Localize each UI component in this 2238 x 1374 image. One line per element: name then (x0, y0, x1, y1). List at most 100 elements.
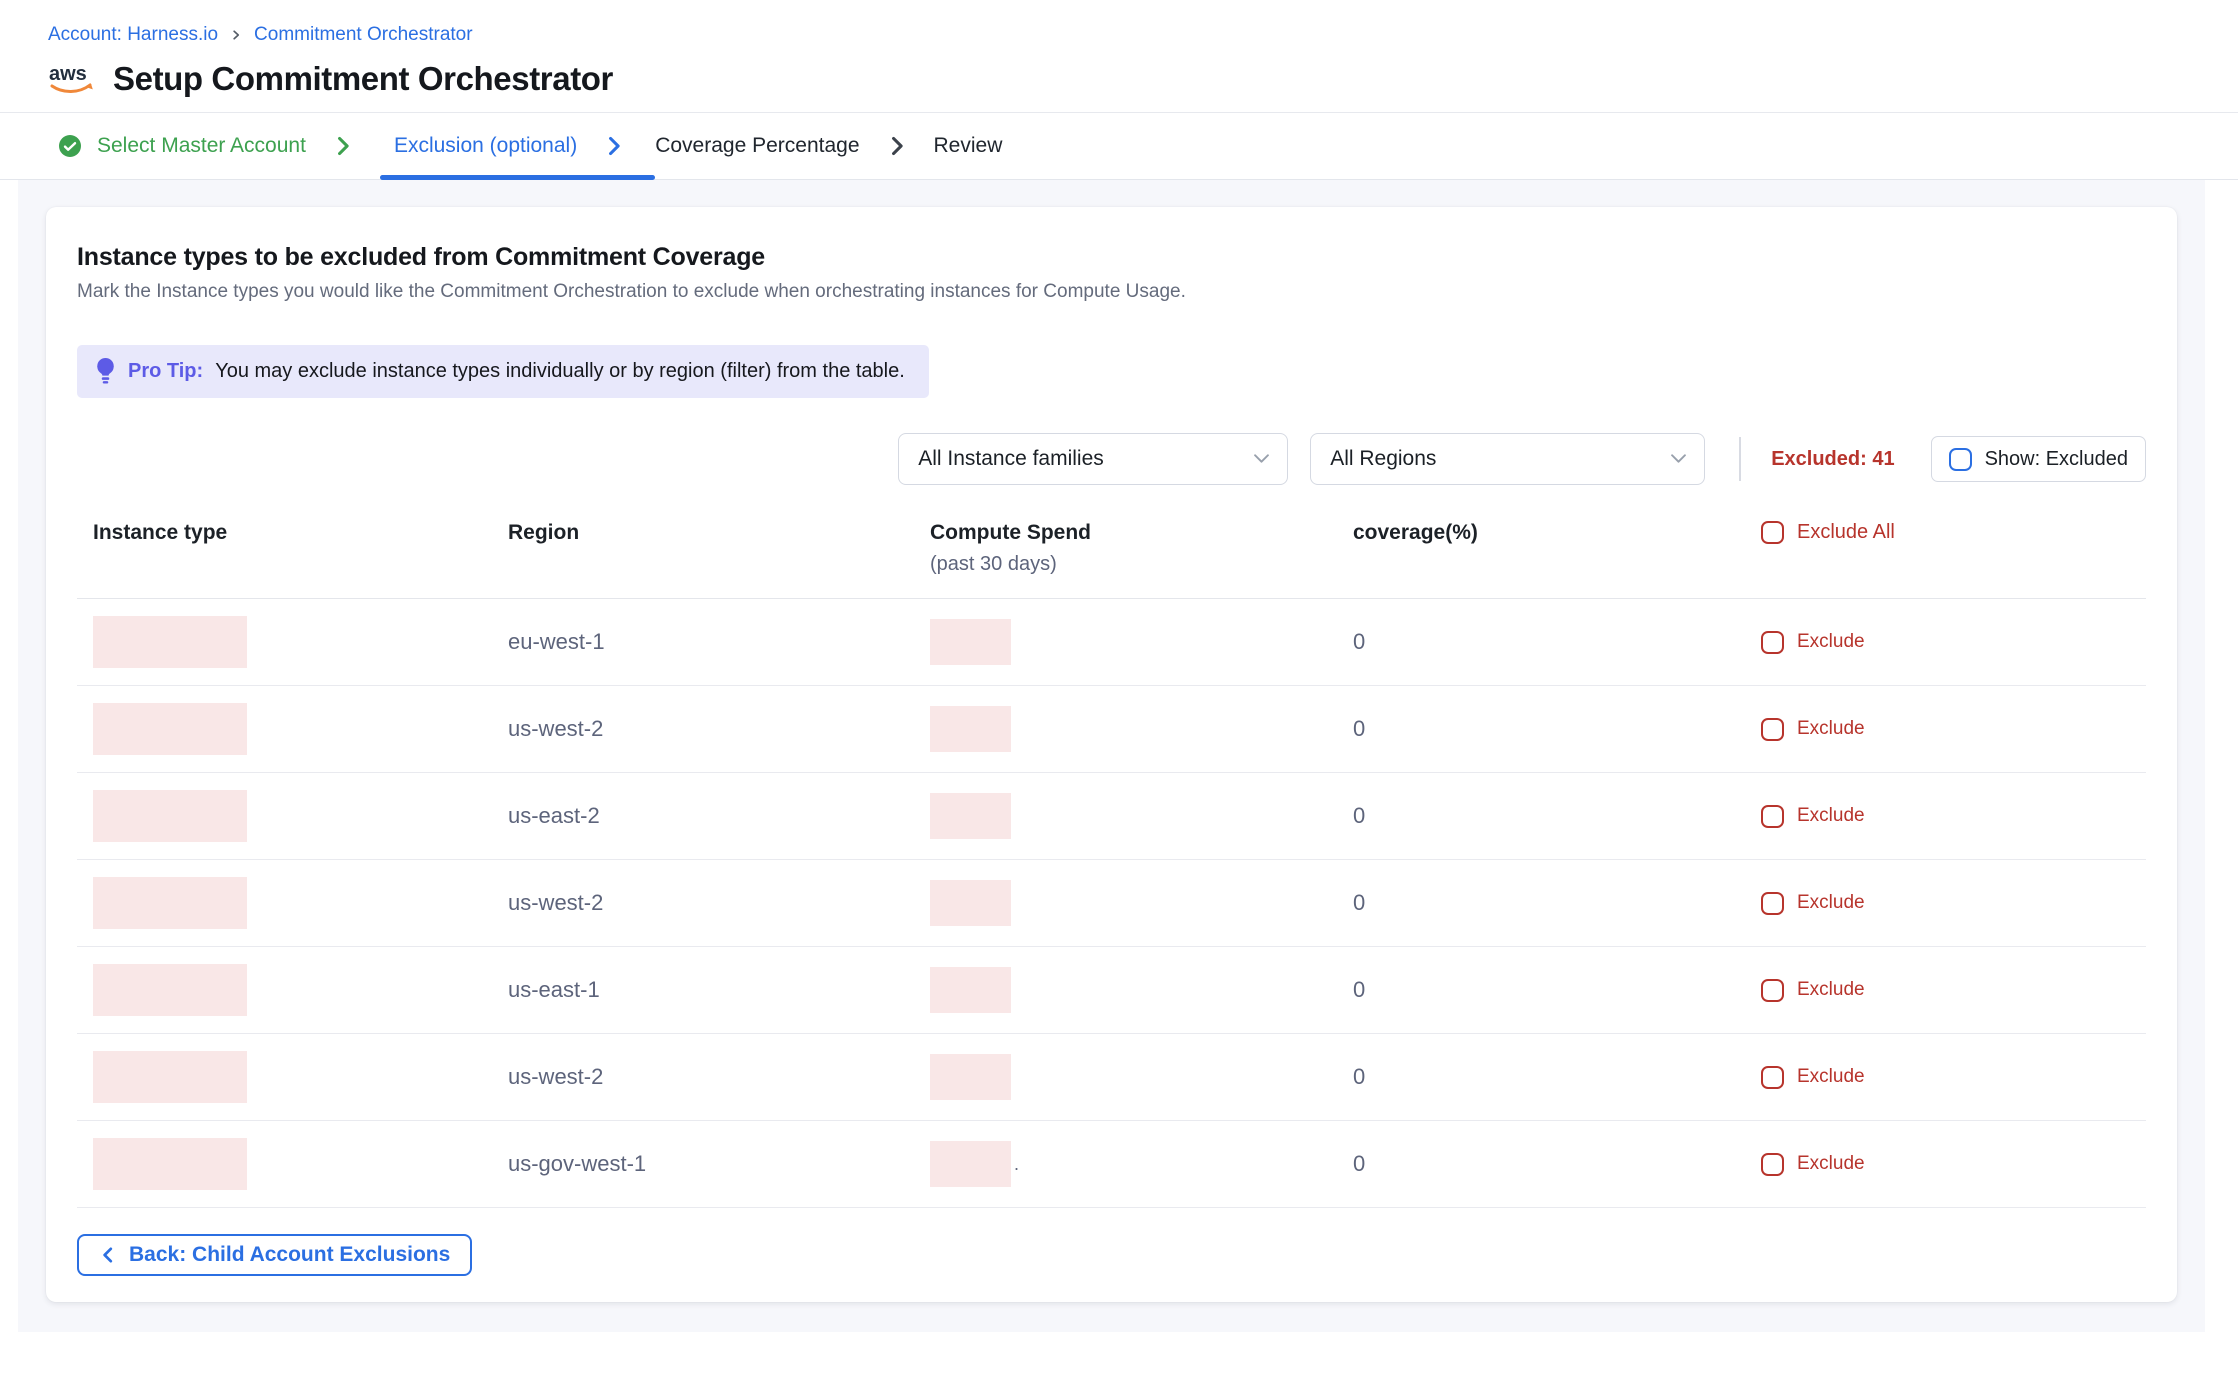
card-title: Instance types to be excluded from Commi… (77, 243, 2146, 272)
regions-value: All Regions (1330, 447, 1436, 471)
region-value: eu-west-1 (508, 629, 930, 655)
redacted-compute-spend (930, 793, 1011, 839)
exclude-label[interactable]: Exclude (1797, 979, 1865, 1001)
step-label: Select Master Account (97, 134, 306, 158)
step-select-master-account[interactable]: Select Master Account (58, 113, 306, 179)
region-value: us-west-2 (508, 716, 930, 742)
show-excluded-toggle[interactable]: Show: Excluded (1931, 436, 2146, 482)
check-circle-icon (58, 134, 82, 158)
regions-select[interactable]: All Regions (1310, 433, 1705, 485)
table-row: us-east-1 0 Exclude (77, 947, 2146, 1034)
exclude-checkbox[interactable] (1761, 631, 1784, 654)
step-exclusion[interactable]: Exclusion (optional) (394, 134, 577, 158)
table-row: us-west-2 0 Exclude (77, 1034, 2146, 1121)
exclude-checkbox[interactable] (1761, 1066, 1784, 1089)
region-value: us-east-1 (508, 977, 930, 1003)
card-subtitle: Mark the Instance types you would like t… (77, 281, 2146, 303)
region-value: us-east-2 (508, 803, 930, 829)
exclude-checkbox[interactable] (1761, 892, 1784, 915)
exclude-label[interactable]: Exclude (1797, 631, 1865, 653)
title-row: aws Setup Commitment Orchestrator (48, 60, 2190, 112)
redacted-compute-spend (930, 880, 1011, 926)
exclude-label[interactable]: Exclude (1797, 1153, 1865, 1175)
aws-logo-icon: aws (48, 61, 96, 97)
table-row: eu-west-1 0 Exclude (77, 599, 2146, 686)
header-region: Region (508, 521, 930, 545)
exclude-all-label[interactable]: Exclude All (1797, 521, 1895, 544)
page-title: Setup Commitment Orchestrator (113, 60, 613, 98)
exclusions-table: Instance type Region Compute Spend (past… (77, 521, 2146, 1208)
excluded-count-badge: Excluded: 41 (1771, 448, 1894, 471)
pro-tip-banner: Pro Tip: You may exclude instance types … (77, 345, 929, 398)
wizard-stepper: Select Master Account Exclusion (optiona… (0, 112, 2238, 180)
show-excluded-checkbox[interactable] (1949, 448, 1972, 471)
step-label: Coverage Percentage (655, 134, 859, 158)
pro-tip-label: Pro Tip: (128, 360, 203, 383)
back-button[interactable]: Back: Child Account Exclusions (77, 1234, 472, 1276)
table-row: us-gov-west-1 . 0 Exclude (77, 1121, 2146, 1208)
step-coverage-percentage[interactable]: Coverage Percentage (655, 113, 859, 179)
header-coverage: coverage(%) (1343, 521, 1761, 545)
step-label: Review (934, 134, 1003, 158)
exclude-checkbox[interactable] (1761, 979, 1784, 1002)
content-area: Instance types to be excluded from Commi… (0, 180, 2238, 1374)
exclude-checkbox[interactable] (1761, 805, 1784, 828)
instance-families-select[interactable]: All Instance families (898, 433, 1288, 485)
redacted-instance-type (93, 964, 247, 1016)
breadcrumb-account-link[interactable]: Account: Harness.io (48, 24, 218, 46)
exclude-checkbox[interactable] (1761, 718, 1784, 741)
redacted-instance-type (93, 877, 247, 929)
redacted-compute-spend (930, 706, 1011, 752)
redacted-compute-spend (930, 967, 1011, 1013)
table-header-row: Instance type Region Compute Spend (past… (77, 521, 2146, 599)
table-row: us-east-2 0 Exclude (77, 773, 2146, 860)
lightbulb-icon (95, 357, 116, 386)
pro-tip-text: You may exclude instance types individua… (215, 360, 905, 383)
header-compute-spend-sub: (past 30 days) (930, 553, 1343, 576)
redacted-compute-spend (930, 1141, 1011, 1187)
breadcrumb-page-link[interactable]: Commitment Orchestrator (254, 24, 473, 46)
back-button-label: Back: Child Account Exclusions (129, 1243, 450, 1267)
redacted-compute-spend (930, 1054, 1011, 1100)
header-exclude-all: Exclude All (1761, 521, 2146, 544)
spend-suffix: . (1014, 1154, 1019, 1175)
exclude-checkbox[interactable] (1761, 1153, 1784, 1176)
exclusion-card: Instance types to be excluded from Commi… (46, 207, 2177, 1302)
redacted-instance-type (93, 703, 247, 755)
vertical-divider (1739, 437, 1741, 481)
step-label: Exclusion (optional) (394, 134, 577, 158)
table-row: us-west-2 0 Exclude (77, 860, 2146, 947)
coverage-value: 0 (1343, 716, 1761, 742)
coverage-value: 0 (1343, 803, 1761, 829)
exclude-label[interactable]: Exclude (1797, 805, 1865, 827)
step-review[interactable]: Review (934, 113, 1003, 179)
content-inner: Instance types to be excluded from Commi… (18, 180, 2205, 1332)
coverage-value: 0 (1343, 890, 1761, 916)
breadcrumb: Account: Harness.io Commitment Orchestra… (48, 24, 2190, 46)
coverage-value: 0 (1343, 1064, 1761, 1090)
instance-families-value: All Instance families (918, 447, 1104, 471)
active-step-wrap: Exclusion (optional) (380, 113, 655, 179)
page: Account: Harness.io Commitment Orchestra… (0, 0, 2238, 1374)
exclude-all-checkbox[interactable] (1761, 521, 1784, 544)
redacted-instance-type (93, 616, 247, 668)
redacted-instance-type (93, 1138, 247, 1190)
chevron-right-icon (886, 113, 908, 179)
exclude-label[interactable]: Exclude (1797, 1066, 1865, 1088)
exclude-label[interactable]: Exclude (1797, 892, 1865, 914)
header-instance-type: Instance type (77, 521, 508, 545)
coverage-value: 0 (1343, 977, 1761, 1003)
exclude-label[interactable]: Exclude (1797, 718, 1865, 740)
svg-text:aws: aws (49, 63, 87, 85)
filters-row: All Instance families All Regions Exclud… (77, 433, 2146, 485)
coverage-value: 0 (1343, 1151, 1761, 1177)
region-value: us-gov-west-1 (508, 1151, 930, 1177)
show-excluded-label: Show: Excluded (1985, 448, 2128, 471)
region-value: us-west-2 (508, 1064, 930, 1090)
chevron-left-icon (99, 1246, 117, 1264)
region-value: us-west-2 (508, 890, 930, 916)
header-compute-spend: Compute Spend (past 30 days) (930, 521, 1343, 576)
redacted-instance-type (93, 790, 247, 842)
chevron-right-icon (332, 113, 354, 179)
chevron-right-icon (603, 135, 625, 157)
